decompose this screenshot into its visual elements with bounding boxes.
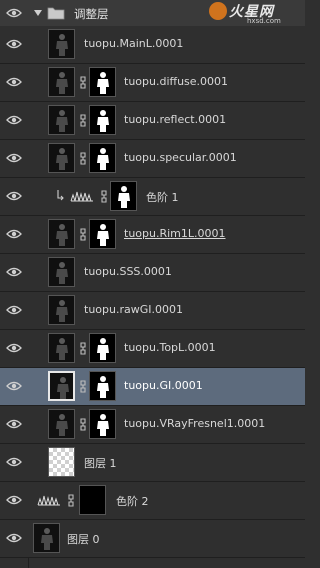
layer-row[interactable]: tuopu.VRayFresnel1.0001 xyxy=(0,406,305,444)
eye-icon[interactable] xyxy=(6,343,22,353)
link-chain-icon[interactable] xyxy=(79,76,87,89)
layer-row[interactable]: tuopu.diffuse.0001 xyxy=(0,64,305,102)
layer-row[interactable]: tuopu.specular.0001 xyxy=(0,140,305,178)
eye-icon[interactable] xyxy=(6,533,22,543)
layer-name[interactable]: tuopu.rawGI.0001 xyxy=(84,303,183,316)
link-chain-icon[interactable] xyxy=(79,228,87,241)
link-chain-icon[interactable] xyxy=(79,114,87,127)
layer-thumbnail[interactable] xyxy=(48,67,75,97)
eye-icon[interactable] xyxy=(6,77,22,87)
link-chain-icon[interactable] xyxy=(79,152,87,165)
layer-mask-thumbnail[interactable] xyxy=(79,485,106,515)
layer-name[interactable]: tuopu.MainL.0001 xyxy=(84,37,183,50)
eye-icon[interactable] xyxy=(6,381,22,391)
watermark-url: hxsd.com xyxy=(247,17,281,25)
layer-row[interactable]: tuopu.rawGI.0001 xyxy=(0,292,305,330)
layer-thumbnail[interactable] xyxy=(48,409,75,439)
layer-row[interactable]: tuopu.GI.0001 xyxy=(0,368,305,406)
layer-thumbnail[interactable] xyxy=(48,257,75,287)
layer-row[interactable]: 色阶 2 xyxy=(0,482,305,520)
layer-mask-thumbnail[interactable] xyxy=(89,409,116,439)
eye-icon[interactable] xyxy=(6,305,22,315)
layer-name[interactable]: 色阶 1 xyxy=(146,189,179,205)
eye-icon[interactable] xyxy=(6,229,22,239)
eye-icon[interactable] xyxy=(6,153,22,163)
layer-row[interactable]: tuopu.MainL.0001 xyxy=(0,26,305,64)
layer-thumbnail[interactable] xyxy=(48,143,75,173)
layer-name[interactable]: tuopu.TopL.0001 xyxy=(124,341,216,354)
layer-mask-thumbnail[interactable] xyxy=(89,333,116,363)
levels-adjustment-icon[interactable] xyxy=(37,493,61,507)
eye-icon[interactable] xyxy=(6,267,22,277)
layer-row[interactable]: tuopu.Rim1L.0001 xyxy=(0,216,305,254)
layer-mask-thumbnail[interactable] xyxy=(89,143,116,173)
folder-icon xyxy=(47,7,65,20)
layer-group-header[interactable]: 调整层 火星网 hxsd.com xyxy=(0,0,305,27)
eye-icon[interactable] xyxy=(6,457,22,467)
layers-panel: 调整层 火星网 hxsd.com tuopu.MainL.0001 tuopu.d… xyxy=(0,0,305,568)
layer-name[interactable]: tuopu.SSS.0001 xyxy=(84,265,172,278)
layer-thumbnail[interactable] xyxy=(48,333,75,363)
layer-thumbnail[interactable] xyxy=(48,447,75,477)
layer-thumbnail[interactable] xyxy=(48,371,75,401)
layer-thumbnail[interactable] xyxy=(48,29,75,59)
eye-icon[interactable] xyxy=(6,115,22,125)
layer-name[interactable]: 图层 1 xyxy=(84,455,117,471)
watermark-logo: 火星网 hxsd.com xyxy=(209,0,301,28)
layer-thumbnail[interactable] xyxy=(33,523,60,553)
layer-thumbnail[interactable] xyxy=(48,219,75,249)
layer-mask-thumbnail[interactable] xyxy=(110,181,137,211)
layer-name[interactable]: tuopu.diffuse.0001 xyxy=(124,75,228,88)
layer-mask-thumbnail[interactable] xyxy=(89,105,116,135)
eye-icon[interactable] xyxy=(6,419,22,429)
link-chain-icon[interactable] xyxy=(67,494,75,507)
layer-thumbnail[interactable] xyxy=(48,105,75,135)
link-chain-icon[interactable] xyxy=(79,418,87,431)
layer-name[interactable]: tuopu.specular.0001 xyxy=(124,151,237,164)
layer-name[interactable]: tuopu.GI.0001 xyxy=(124,379,203,392)
eye-icon[interactable] xyxy=(6,191,22,201)
layer-row[interactable]: tuopu.SSS.0001 xyxy=(0,254,305,292)
layer-row[interactable]: 图层 1 xyxy=(0,444,305,482)
clipping-arrow-icon xyxy=(57,190,64,201)
layer-mask-thumbnail[interactable] xyxy=(89,371,116,401)
layer-row[interactable]: tuopu.TopL.0001 xyxy=(0,330,305,368)
group-label: 调整层 xyxy=(74,7,109,21)
levels-adjustment-icon[interactable] xyxy=(70,189,94,203)
link-chain-icon[interactable] xyxy=(79,342,87,355)
layer-name[interactable]: tuopu.reflect.0001 xyxy=(124,113,226,126)
link-chain-icon[interactable] xyxy=(79,380,87,393)
layer-row[interactable]: 色阶 1 xyxy=(0,178,305,216)
layer-name[interactable]: 图层 0 xyxy=(67,531,100,547)
layer-name[interactable]: tuopu.Rim1L.0001 xyxy=(124,227,226,240)
hxsd-logo-icon xyxy=(209,2,227,20)
layer-row[interactable]: tuopu.reflect.0001 xyxy=(0,102,305,140)
layer-name[interactable]: tuopu.VRayFresnel1.0001 xyxy=(124,417,265,430)
link-chain-icon[interactable] xyxy=(100,190,108,203)
layer-mask-thumbnail[interactable] xyxy=(89,219,116,249)
layer-thumbnail[interactable] xyxy=(48,295,75,325)
layer-name[interactable]: 色阶 2 xyxy=(116,493,149,509)
disclosure-triangle-icon[interactable] xyxy=(33,8,43,18)
eye-icon[interactable] xyxy=(6,495,22,505)
eye-icon[interactable] xyxy=(6,39,22,49)
layer-row[interactable]: 图层 0 xyxy=(0,520,305,558)
layer-mask-thumbnail[interactable] xyxy=(89,67,116,97)
eye-icon[interactable] xyxy=(6,8,22,18)
